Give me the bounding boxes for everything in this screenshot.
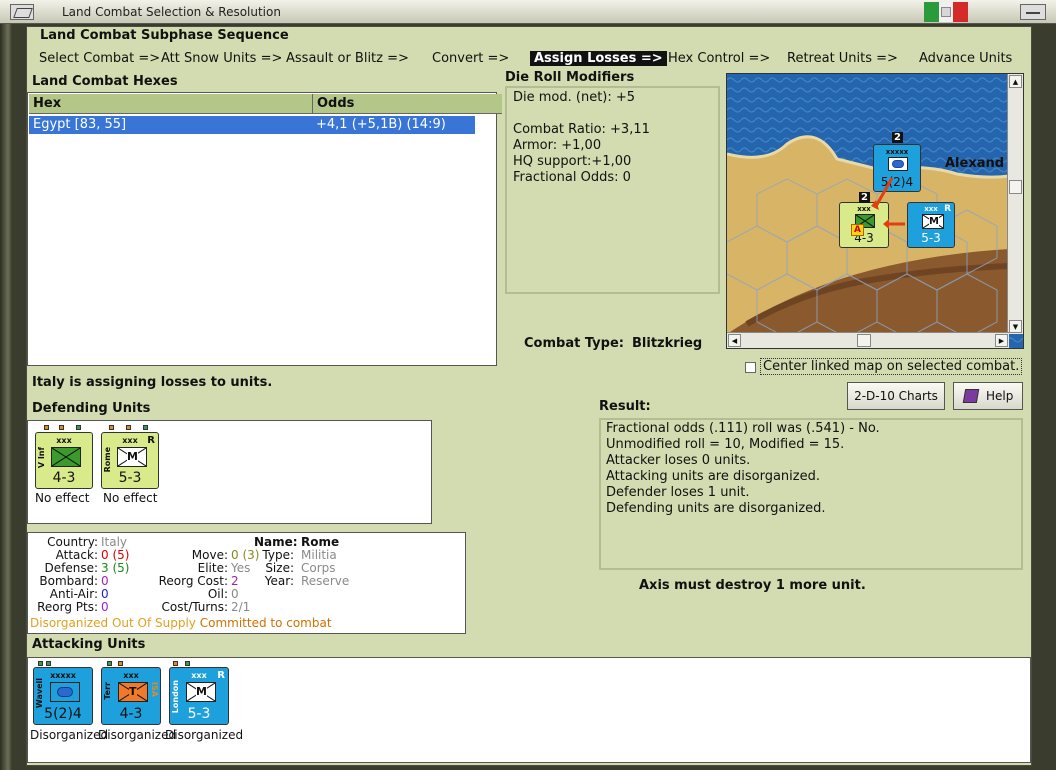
stack-count-badge: 2 <box>892 132 903 143</box>
infantry-symbol-icon <box>51 447 81 467</box>
modifier-line: Armor: +1,00 <box>513 138 602 153</box>
result-line: Attacking units are disorganized. <box>606 469 820 484</box>
restore-icon[interactable] <box>10 4 34 20</box>
book-icon <box>962 389 980 403</box>
title-bar: Land Combat Selection & Resolution <box>0 0 1056 24</box>
modifier-line: Combat Ratio: +3,11 <box>513 122 650 137</box>
step-select-combat: Select Combat => <box>39 51 161 66</box>
unit-status: Disorganized <box>165 728 244 742</box>
hex-row-cell[interactable]: Egypt [83, 55] <box>29 116 312 134</box>
scroll-up-icon[interactable]: ▲ <box>1009 75 1022 88</box>
militia-symbol-icon: M <box>117 447 147 467</box>
linked-map[interactable]: Alexand xxxxx 5(2)4 2 xxx 4-3 2 A xxx R … <box>726 73 1024 349</box>
charts-button[interactable]: 2-D-10 Charts <box>847 382 945 410</box>
map-horizontal-scrollbar[interactable]: ◀ ▶ <box>727 332 1009 348</box>
step-retreat-units: Retreat Units => <box>787 51 898 66</box>
modifiers-header: Die Roll Modifiers <box>505 70 635 85</box>
result-footer: Axis must destroy 1 more unit. <box>639 578 866 593</box>
scroll-thumb[interactable] <box>857 334 871 347</box>
help-button[interactable]: Help <box>953 382 1023 410</box>
hex-column-header[interactable]: Hex <box>29 94 312 114</box>
modifiers-panel: Die mod. (net): +5 Combat Ratio: +3,11 A… <box>505 86 720 294</box>
result-line: Unmodified roll = 10, Modified = 15. <box>606 437 845 452</box>
hq-symbol-icon <box>50 682 80 702</box>
modifier-line: Fractional Odds: 0 <box>513 170 631 185</box>
step-assign-losses: Assign Losses => <box>530 51 667 66</box>
scroll-thumb[interactable] <box>1009 180 1022 194</box>
result-line: Attacker loses 0 units. <box>606 453 751 468</box>
hexes-header: Land Combat Hexes <box>32 74 178 89</box>
combat-type-label: Combat Type: <box>524 336 624 351</box>
map-place-label: Alexand <box>945 156 1005 171</box>
unit-status: No effect <box>35 491 90 505</box>
map-unit-wavell[interactable]: xxxxx 5(2)4 <box>873 144 921 192</box>
scroll-down-icon[interactable]: ▼ <box>1009 320 1022 333</box>
unit-status: Disorganized <box>30 728 109 742</box>
attacking-unit-london[interactable]: xxx R London M 5-3 <box>169 667 229 725</box>
militia-symbol-icon: M <box>186 682 216 702</box>
unit-info-panel: Country: Italy Attack: 0 (5) Defense: 3 … <box>27 532 466 634</box>
italy-flag-icon <box>924 2 969 22</box>
defending-unit-v-inf[interactable]: xxx V Inf 4-3 <box>35 432 93 489</box>
unit-status: No effect <box>103 491 158 505</box>
step-assault-or-blitz: Assault or Blitz => <box>286 51 409 66</box>
map-unit-london[interactable]: xxx R M 5-3 <box>907 202 955 248</box>
map-unit-v-inf[interactable]: xxx 4-3 <box>839 202 889 248</box>
attack-marker-badge: A <box>851 224 864 236</box>
subphase-sequence: Land Combat Subphase Sequence Select Com… <box>32 28 1030 68</box>
defending-units-panel: xxx V Inf 4-3 No effect xxx R Rome M 5-3… <box>27 420 432 524</box>
step-convert: Convert => <box>432 51 510 66</box>
status-message: Italy is assigning losses to units. <box>32 375 273 390</box>
window-title: Land Combat Selection & Resolution <box>62 5 281 19</box>
result-line: Defender loses 1 unit. <box>606 485 750 500</box>
odds-column-header[interactable]: Odds <box>312 94 502 114</box>
result-line: Defending units are disorganized. <box>606 501 826 516</box>
step-hex-control: Hex Control => <box>668 51 771 66</box>
step-att-snow-units: Att Snow Units => <box>161 51 283 66</box>
territorial-symbol-icon: T <box>118 682 148 702</box>
hq-symbol-icon <box>888 157 908 171</box>
attacking-units-panel: xxxxx Wavell 5(2)4 Disorganized xxx Terr… <box>27 657 1031 763</box>
militia-symbol-icon: M <box>922 214 944 229</box>
defending-unit-rome[interactable]: xxx R Rome M 5-3 <box>101 432 159 489</box>
result-header: Result: <box>599 399 651 414</box>
result-line: Fractional odds (.111) roll was (.541) -… <box>606 421 880 436</box>
center-linked-checkbox[interactable] <box>745 362 756 373</box>
center-linked-label[interactable]: Center linked map on selected combat. <box>760 358 1023 375</box>
result-panel: Fractional odds (.111) roll was (.541) -… <box>599 418 1023 570</box>
stack-count-badge: 2 <box>859 192 870 203</box>
combat-type-value: Blitzkrieg <box>632 336 703 351</box>
hexes-table: Hex Odds Egypt [83, 55] +4,1 (+5,1B) (14… <box>27 92 502 366</box>
sequence-header: Land Combat Subphase Sequence <box>40 28 289 43</box>
attacking-header: Attacking Units <box>32 637 146 652</box>
scroll-right-icon[interactable]: ▶ <box>995 334 1008 347</box>
map-vertical-scrollbar[interactable]: ▲ ▼ <box>1007 74 1023 334</box>
scroll-left-icon[interactable]: ◀ <box>728 334 741 347</box>
step-advance-units: Advance Units <box>919 51 1013 66</box>
defending-header: Defending Units <box>32 401 151 416</box>
minimize-icon[interactable] <box>1020 4 1046 20</box>
odds-row-cell[interactable]: +4,1 (+5,1B) (14:9) <box>312 116 475 134</box>
attacking-unit-terr[interactable]: xxx Terr ISA T 4-3 <box>101 667 161 725</box>
modifier-line: Die mod. (net): +5 <box>513 90 636 105</box>
modifier-line: HQ support:+1,00 <box>513 154 632 169</box>
attacking-unit-wavell[interactable]: xxxxx Wavell 5(2)4 <box>33 667 93 725</box>
